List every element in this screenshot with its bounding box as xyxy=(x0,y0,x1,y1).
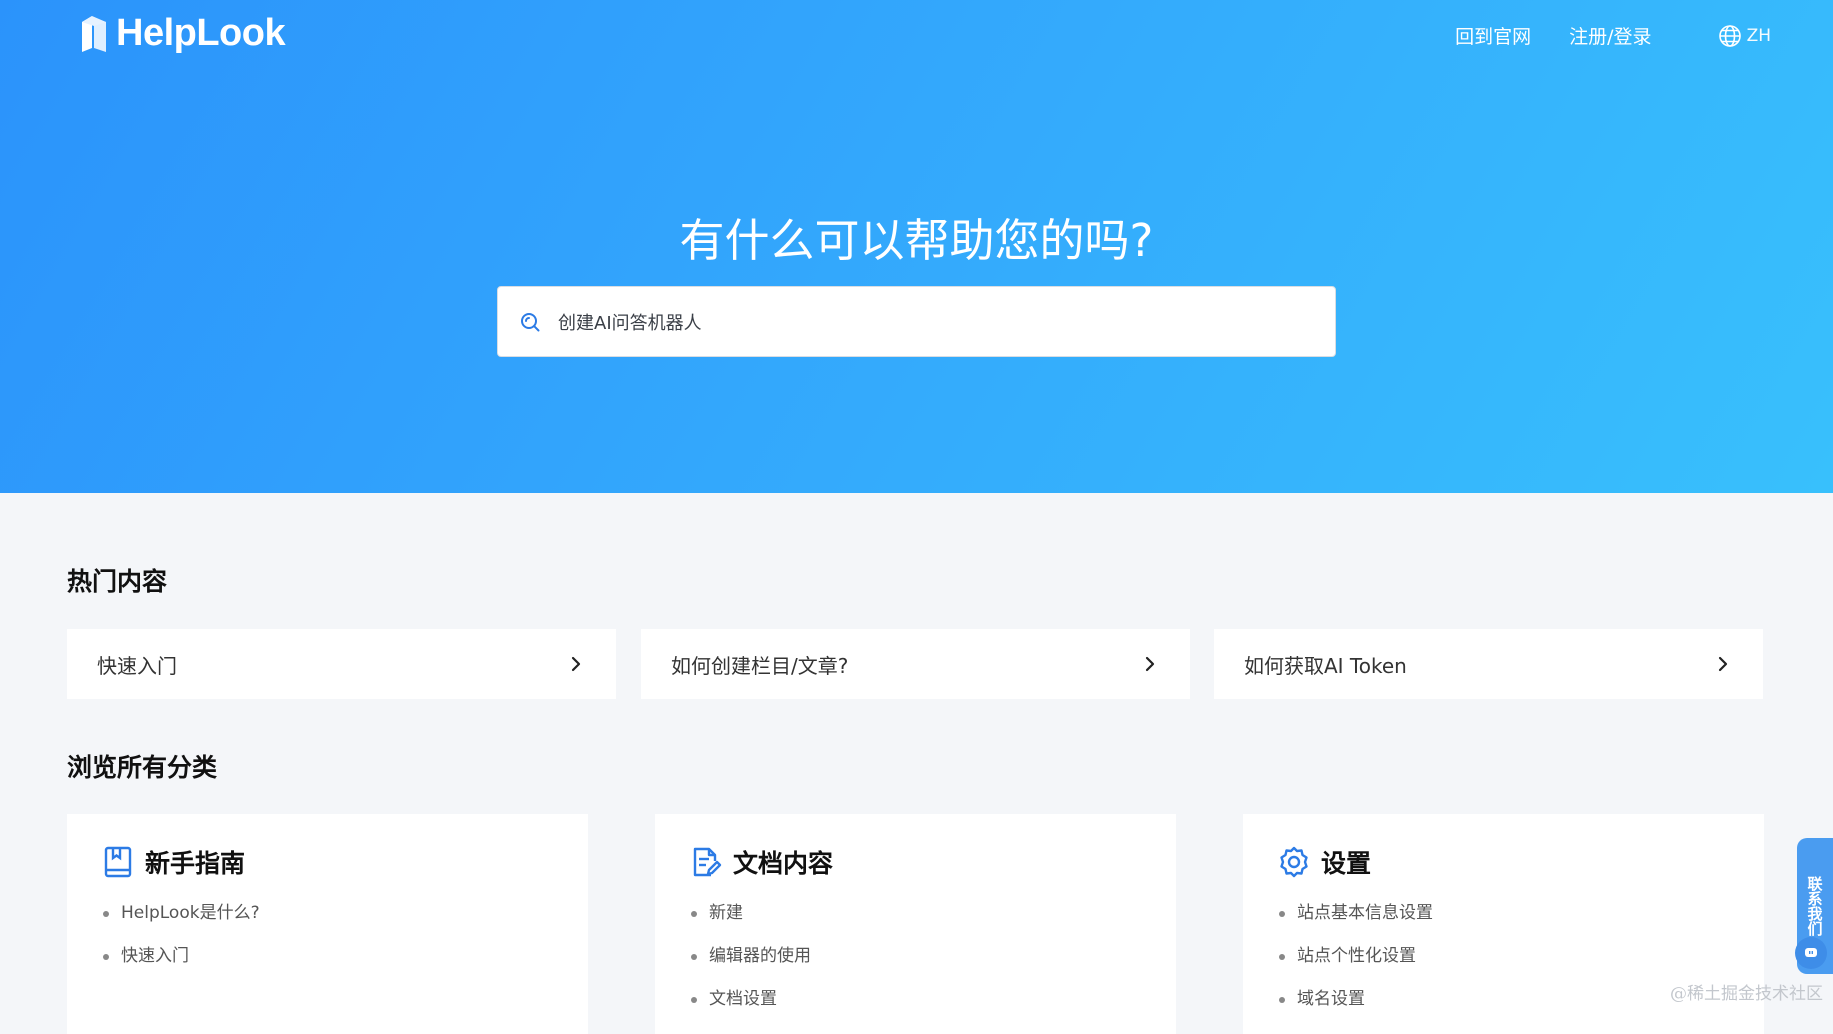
category-links: HelpLook是什么? 快速入门 xyxy=(101,892,554,978)
category-links: 站点基本信息设置 站点个性化设置 域名设置 xyxy=(1277,892,1730,1021)
category-links: 新建 编辑器的使用 文档设置 xyxy=(689,892,1142,1021)
hero-title: 有什么可以帮助您的吗? xyxy=(0,204,1833,269)
hot-item-label: 快速入门 xyxy=(97,650,177,679)
settings-gear-icon xyxy=(1277,845,1311,879)
category-header[interactable]: 新手指南 xyxy=(101,844,554,880)
category-title: 文档内容 xyxy=(733,844,833,880)
categories-title: 浏览所有分类 xyxy=(67,748,217,784)
language-switcher[interactable]: ZH xyxy=(1718,24,1771,48)
search-input[interactable] xyxy=(556,287,1335,356)
category-link[interactable]: 站点个性化设置 xyxy=(1279,935,1730,978)
chat-bubble-icon xyxy=(1803,945,1819,961)
chevron-right-icon xyxy=(1713,654,1733,674)
brand-name: HelpLook xyxy=(116,12,285,55)
hot-item-label: 如何创建栏目/文章? xyxy=(671,650,848,679)
brand-logo[interactable]: HelpLook xyxy=(78,12,285,55)
globe-icon xyxy=(1718,24,1742,48)
chevron-right-icon xyxy=(1140,654,1160,674)
watermark-text: @稀土掘金技术社区 xyxy=(1670,979,1823,1004)
chevron-right-icon xyxy=(566,654,586,674)
search-box[interactable] xyxy=(497,286,1336,357)
hot-item-quick-start[interactable]: 快速入门 xyxy=(67,629,616,699)
hot-item-label: 如何获取AI Token xyxy=(1244,650,1407,679)
document-edit-icon xyxy=(689,845,723,879)
hot-content-title: 热门内容 xyxy=(67,562,167,598)
category-link[interactable]: 快速入门 xyxy=(103,935,554,978)
language-label: ZH xyxy=(1747,26,1771,46)
chat-button[interactable] xyxy=(1795,937,1827,969)
back-to-site-link[interactable]: 回到官网 xyxy=(1455,22,1531,49)
hero-banner: HelpLook 回到官网 注册/登录 ZH 有什么可以帮助您的吗? xyxy=(0,0,1833,493)
top-navigation: 回到官网 注册/登录 ZH xyxy=(1455,22,1771,49)
book-icon xyxy=(101,845,135,879)
category-link[interactable]: 站点基本信息设置 xyxy=(1279,892,1730,935)
logo-book-icon xyxy=(78,14,110,54)
category-header[interactable]: 文档内容 xyxy=(689,844,1142,880)
category-link[interactable]: 新建 xyxy=(691,892,1142,935)
category-link[interactable]: 域名设置 xyxy=(1279,978,1730,1021)
category-link[interactable]: HelpLook是什么? xyxy=(103,892,554,935)
category-card-beginner: 新手指南 HelpLook是什么? 快速入门 xyxy=(67,814,588,1034)
search-icon xyxy=(518,310,542,334)
category-link[interactable]: 编辑器的使用 xyxy=(691,935,1142,978)
category-link[interactable]: 文档设置 xyxy=(691,978,1142,1021)
category-title: 新手指南 xyxy=(145,844,245,880)
category-header[interactable]: 设置 xyxy=(1277,844,1730,880)
register-login-link[interactable]: 注册/登录 xyxy=(1569,22,1651,49)
hot-item-create-column-article[interactable]: 如何创建栏目/文章? xyxy=(641,629,1190,699)
category-card-documents: 文档内容 新建 编辑器的使用 文档设置 xyxy=(655,814,1176,1034)
category-title: 设置 xyxy=(1321,844,1371,880)
hot-item-ai-token[interactable]: 如何获取AI Token xyxy=(1214,629,1763,699)
